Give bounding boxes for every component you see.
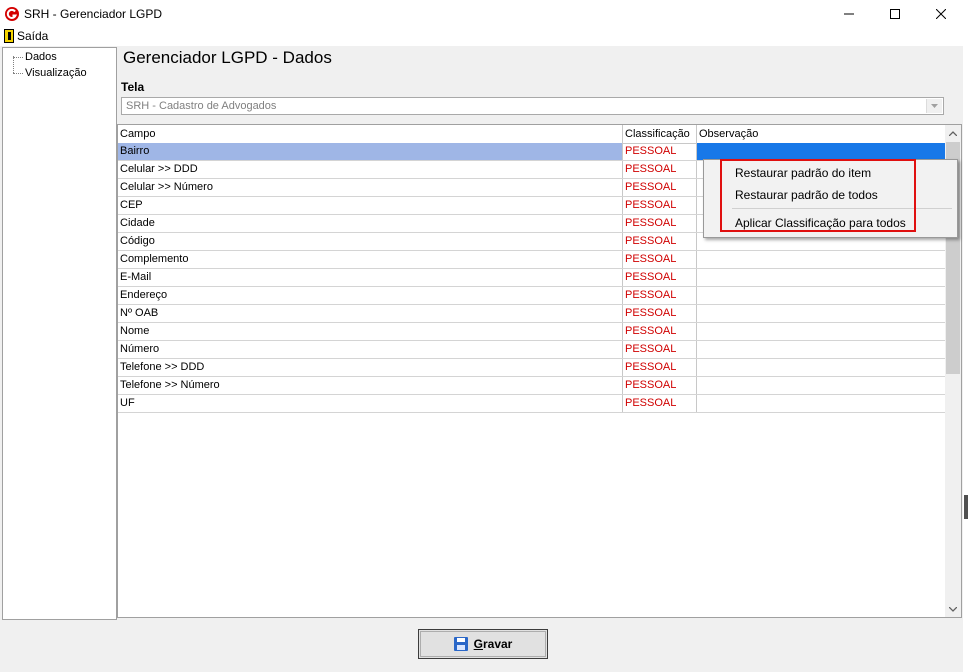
table-row[interactable]: Nome PESSOAL [118, 323, 946, 341]
navigation-tree: Dados Visualização [2, 47, 117, 620]
tree-item-dados[interactable]: Dados [13, 51, 57, 63]
column-header-classificacao[interactable]: Classificação [623, 125, 697, 143]
scroll-down-button[interactable] [945, 601, 961, 617]
grid-header: Campo Classificação Observação [118, 125, 946, 144]
cell-observacao[interactable] [697, 305, 946, 322]
cell-observacao[interactable] [697, 341, 946, 358]
tree-item-visualizacao[interactable]: Visualização [13, 67, 87, 79]
cell-campo[interactable]: CEP [118, 197, 623, 214]
save-button-label: Gravar [473, 637, 513, 651]
cell-observacao[interactable] [697, 143, 946, 160]
window-edge-marker [964, 495, 968, 519]
floppy-disk-icon [453, 637, 468, 651]
tree-item-label: Dados [25, 51, 57, 63]
menu-item-saida[interactable]: Saída [4, 29, 48, 43]
chevron-up-icon [949, 130, 957, 136]
table-row[interactable]: Telefone >> DDD PESSOAL [118, 359, 946, 377]
maximize-button[interactable] [872, 0, 918, 28]
cell-classificacao[interactable]: PESSOAL [623, 179, 697, 196]
cell-classificacao[interactable]: PESSOAL [623, 197, 697, 214]
tela-combobox-value: SRH - Cadastro de Advogados [126, 100, 277, 112]
cell-classificacao[interactable]: PESSOAL [623, 305, 697, 322]
cell-campo[interactable]: Cidade [118, 215, 623, 232]
cell-observacao[interactable] [697, 395, 946, 412]
cell-classificacao[interactable]: PESSOAL [623, 269, 697, 286]
tela-combobox[interactable]: SRH - Cadastro de Advogados [121, 97, 944, 115]
cell-observacao[interactable] [697, 323, 946, 340]
exit-door-icon [4, 29, 14, 43]
cell-classificacao[interactable]: PESSOAL [623, 251, 697, 268]
column-header-observacao[interactable]: Observação [697, 125, 946, 143]
cell-classificacao[interactable]: PESSOAL [623, 341, 697, 358]
cell-classificacao[interactable]: PESSOAL [623, 215, 697, 232]
cell-campo[interactable]: E-Mail [118, 269, 623, 286]
cell-classificacao[interactable]: PESSOAL [623, 359, 697, 376]
table-row[interactable]: Número PESSOAL [118, 341, 946, 359]
save-button[interactable]: Gravar [418, 629, 548, 659]
tree-item-label: Visualização [25, 67, 87, 79]
table-row[interactable]: UF PESSOAL [118, 395, 946, 413]
page-title: Gerenciador LGPD - Dados [123, 48, 332, 67]
close-button[interactable] [918, 0, 964, 28]
cell-campo[interactable]: Código [118, 233, 623, 250]
cell-classificacao[interactable]: PESSOAL [623, 233, 697, 250]
table-row[interactable]: Nº OAB PESSOAL [118, 305, 946, 323]
cell-classificacao[interactable]: PESSOAL [623, 143, 697, 160]
cell-classificacao[interactable]: PESSOAL [623, 377, 697, 394]
cell-campo[interactable]: UF [118, 395, 623, 412]
scroll-up-button[interactable] [945, 125, 961, 141]
app-logo-icon [5, 7, 19, 21]
cell-campo[interactable]: Complemento [118, 251, 623, 268]
table-row[interactable]: E-Mail PESSOAL [118, 269, 946, 287]
chevron-down-icon [949, 606, 957, 612]
cell-campo[interactable]: Celular >> DDD [118, 161, 623, 178]
menu-bar: Saída [0, 28, 968, 46]
cell-observacao[interactable] [697, 359, 946, 376]
cell-campo[interactable]: Telefone >> DDD [118, 359, 623, 376]
cell-observacao[interactable] [697, 287, 946, 304]
window-title: SRH - Gerenciador LGPD [24, 7, 163, 21]
cell-campo[interactable]: Endereço [118, 287, 623, 304]
title-bar: SRH - Gerenciador LGPD [0, 0, 968, 29]
tree-branch-line [13, 56, 23, 58]
minimize-icon [844, 13, 854, 15]
cell-observacao[interactable] [697, 377, 946, 394]
maximize-icon [890, 9, 900, 19]
cell-campo[interactable]: Celular >> Número [118, 179, 623, 196]
cell-classificacao[interactable]: PESSOAL [623, 287, 697, 304]
highlight-annotation-box [720, 159, 916, 232]
cell-classificacao[interactable]: PESSOAL [623, 395, 697, 412]
cell-campo[interactable]: Nome [118, 323, 623, 340]
cell-observacao[interactable] [697, 251, 946, 268]
table-row[interactable]: Complemento PESSOAL [118, 251, 946, 269]
chevron-down-icon [931, 104, 938, 108]
table-row[interactable]: Endereço PESSOAL [118, 287, 946, 305]
window-edge [963, 28, 968, 672]
tree-branch-line [13, 72, 23, 74]
column-header-campo[interactable]: Campo [118, 125, 623, 143]
cell-campo[interactable]: Bairro [118, 143, 623, 160]
minimize-button[interactable] [826, 0, 872, 28]
cell-campo[interactable]: Número [118, 341, 623, 358]
cell-classificacao[interactable]: PESSOAL [623, 161, 697, 178]
cell-campo[interactable]: Telefone >> Número [118, 377, 623, 394]
cell-campo[interactable]: Nº OAB [118, 305, 623, 322]
tela-label: Tela [121, 80, 145, 94]
cell-classificacao[interactable]: PESSOAL [623, 323, 697, 340]
cell-observacao[interactable] [697, 269, 946, 286]
table-row[interactable]: Telefone >> Número PESSOAL [118, 377, 946, 395]
dropdown-button[interactable] [926, 99, 942, 113]
close-icon [936, 9, 946, 19]
menu-item-label: Saída [17, 29, 49, 43]
